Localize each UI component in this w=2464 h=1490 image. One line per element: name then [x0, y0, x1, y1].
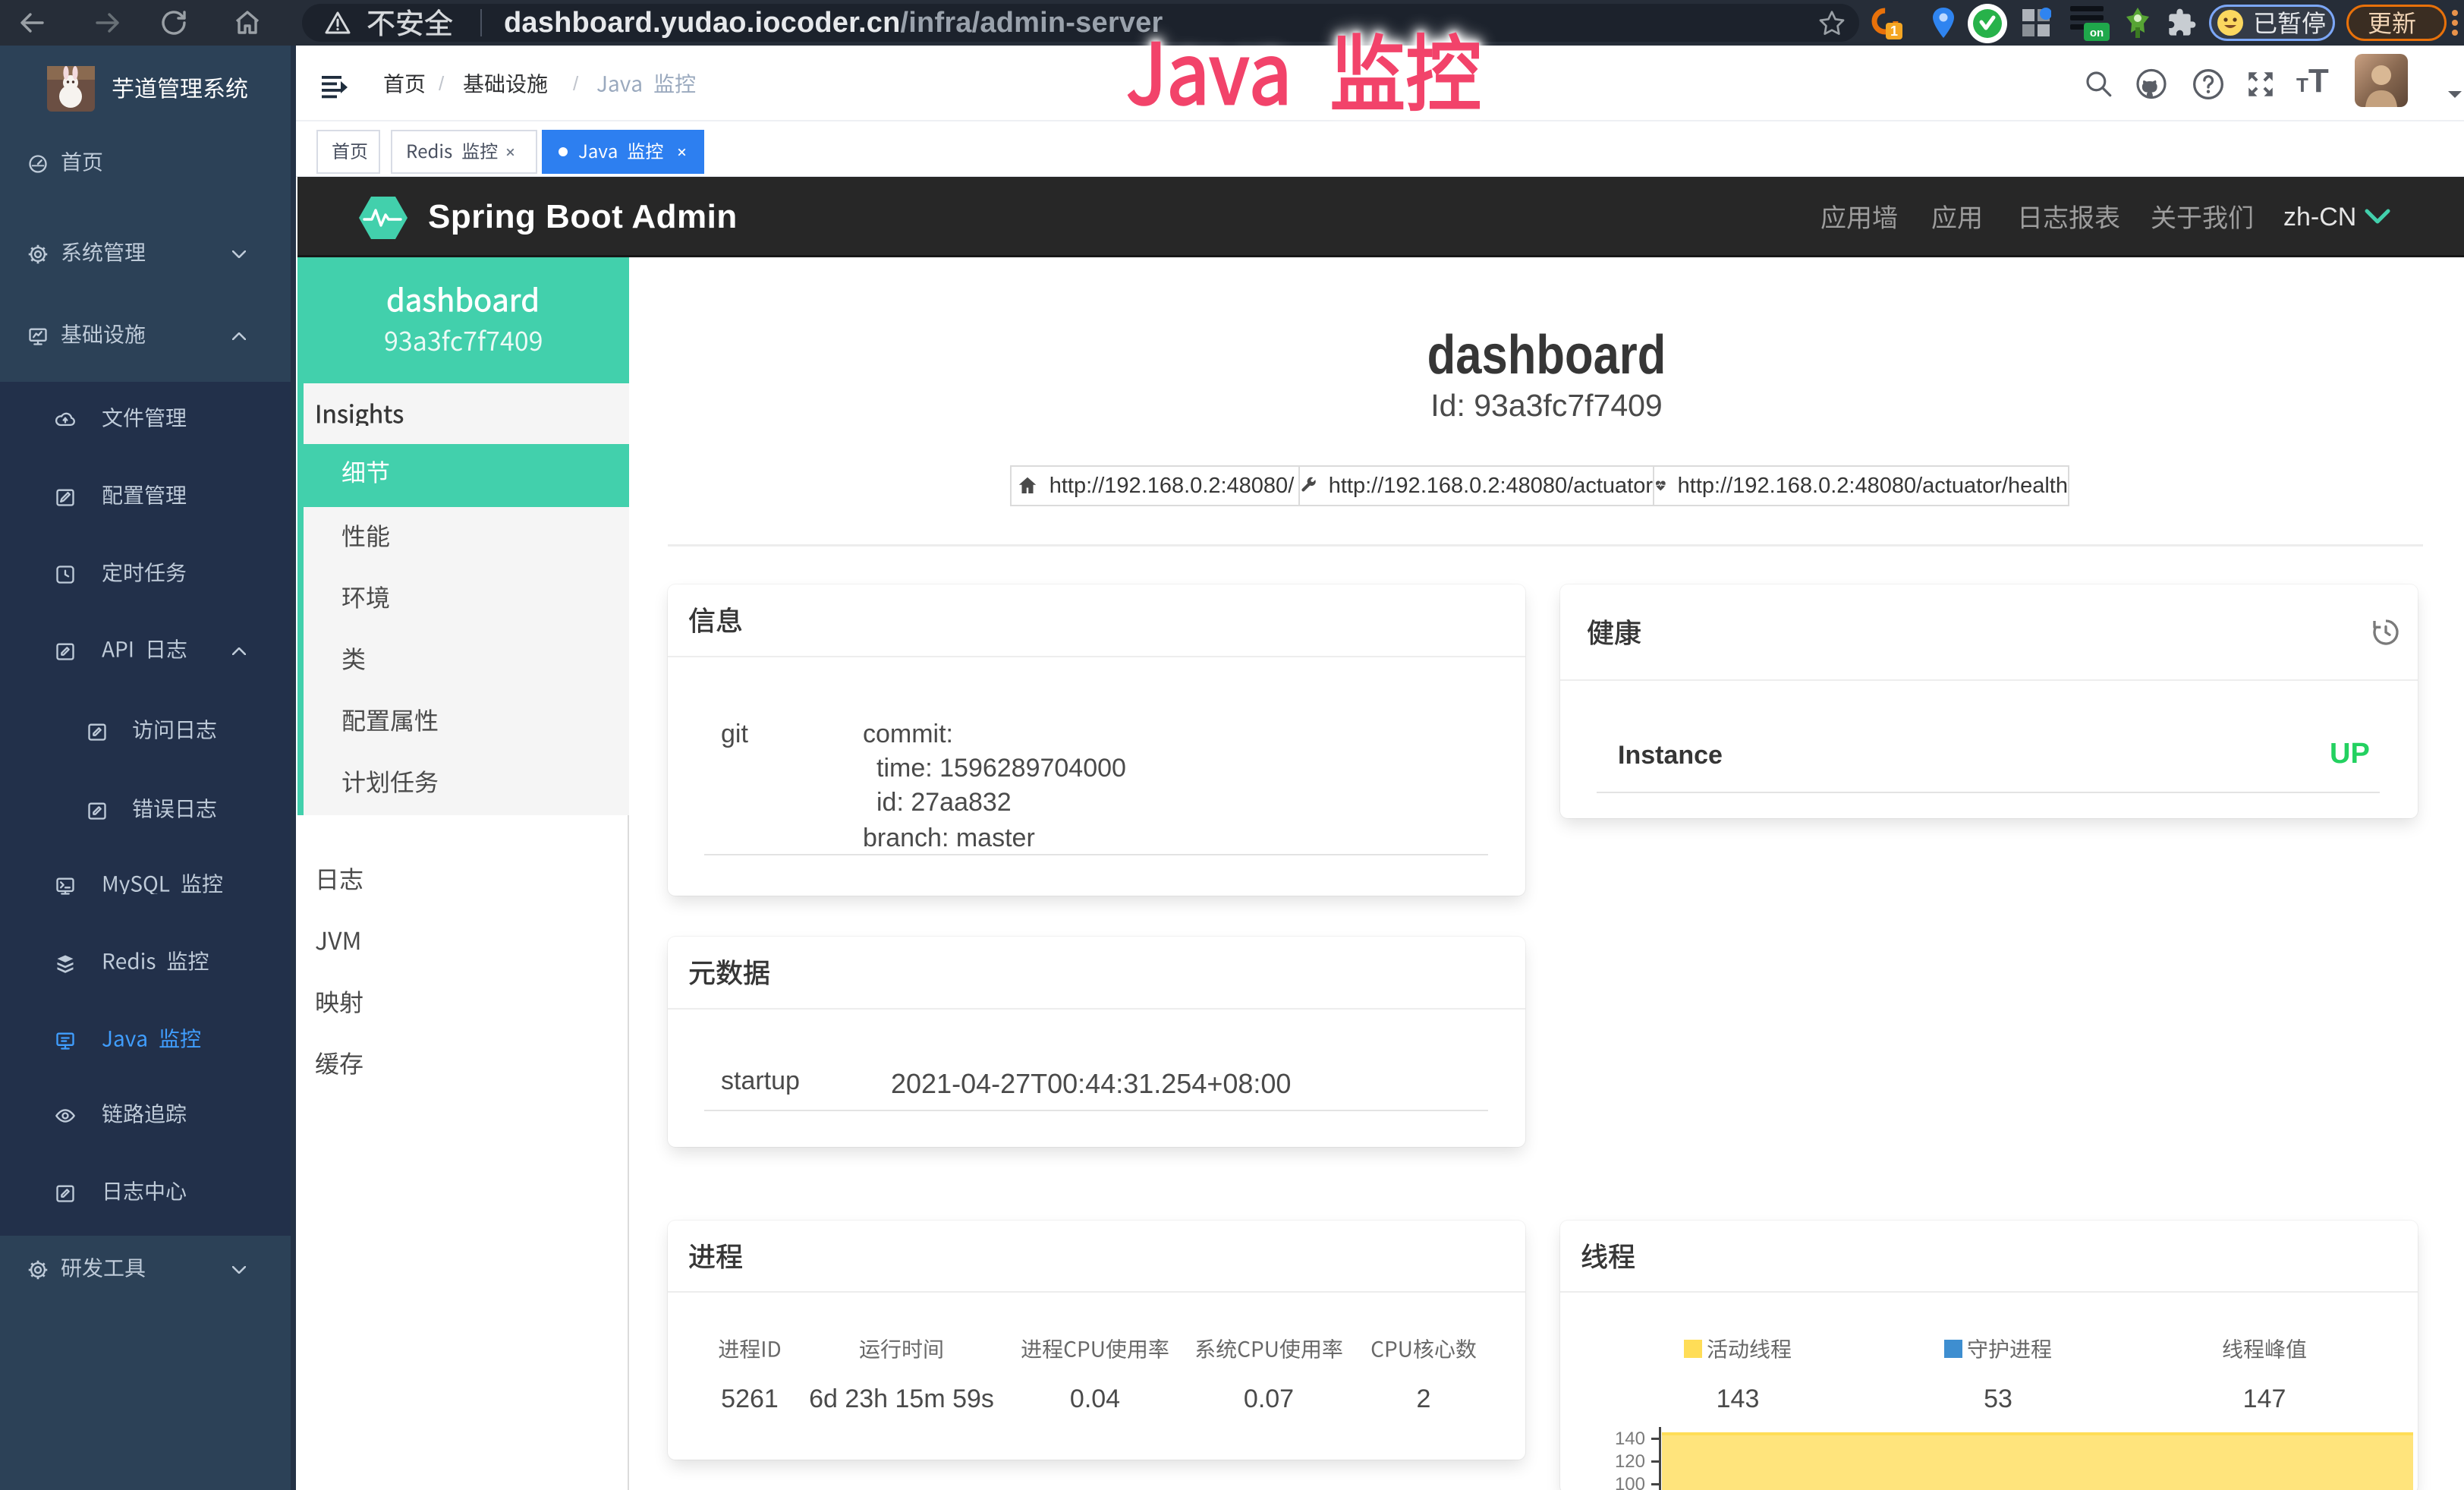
svg-text:on: on [2090, 27, 2104, 39]
svg-text:1: 1 [1890, 24, 1898, 39]
